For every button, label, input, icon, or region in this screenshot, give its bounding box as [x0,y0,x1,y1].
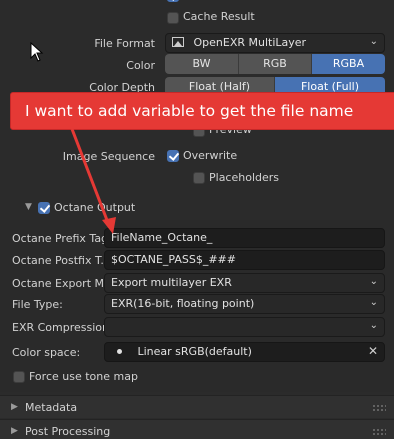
annotation-arrow-icon [70,128,116,234]
